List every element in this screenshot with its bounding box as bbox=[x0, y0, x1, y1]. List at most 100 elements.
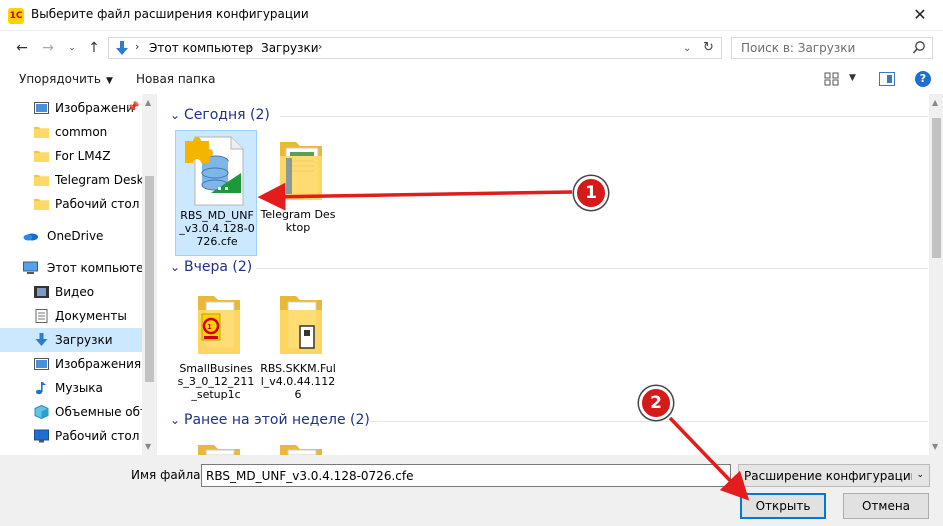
collapse-chevron-icon[interactable]: ⌄ bbox=[170, 108, 180, 122]
close-button[interactable]: ✕ bbox=[897, 0, 943, 31]
back-arrow-icon[interactable]: ← bbox=[12, 38, 32, 58]
desktop-icon bbox=[34, 429, 49, 443]
sidebar-scrollbar[interactable]: ▲ ▼ bbox=[142, 94, 156, 455]
sidebar-item-this-pc[interactable]: Этот компьютер bbox=[0, 256, 151, 280]
video-icon bbox=[34, 286, 49, 298]
organize-button[interactable]: Упорядочить ▼ bbox=[19, 72, 113, 86]
sidebar-item-music[interactable]: Музыка bbox=[0, 376, 142, 400]
sidebar-item-label: Загрузки bbox=[55, 333, 113, 347]
file-item-smallbusiness-folder[interactable]: 1 SmallBusiness_3_0_12_211_setup1c bbox=[175, 284, 257, 410]
scroll-up-arrow-icon[interactable]: ▲ bbox=[932, 98, 938, 107]
search-box[interactable]: Поиск в: Загрузки bbox=[731, 37, 933, 59]
scrollbar-thumb[interactable] bbox=[932, 118, 941, 258]
search-icon bbox=[912, 41, 925, 54]
file-name: RBS.SKKM.Full_v4.0.44.1126 bbox=[260, 362, 336, 401]
sidebar-item-label: common bbox=[55, 125, 108, 139]
group-label: Ранее на этой неделе (2) bbox=[184, 412, 370, 428]
sidebar-item-label: Рабочий стол bbox=[55, 197, 140, 211]
sidebar-item-desktop[interactable]: Рабочий стол bbox=[0, 424, 142, 448]
refresh-icon[interactable]: ↻ bbox=[703, 40, 714, 55]
file-item-telegram-folder[interactable]: Telegram Desktop bbox=[257, 130, 339, 256]
up-arrow-icon[interactable]: ↑ bbox=[84, 38, 104, 58]
file-name: SmallBusiness_3_0_12_211_setup1c bbox=[177, 362, 255, 401]
svg-text:1: 1 bbox=[207, 323, 212, 331]
help-icon[interactable]: ? bbox=[915, 71, 931, 87]
chevron-down-icon: ⌄ bbox=[916, 470, 924, 480]
filename-input[interactable] bbox=[201, 464, 731, 487]
annotation-marker-1: 1 bbox=[574, 176, 608, 210]
group-header-yesterday[interactable]: ⌄ Вчера (2) bbox=[168, 258, 928, 278]
music-icon bbox=[36, 382, 46, 395]
sidebar-item-documents[interactable]: Документы bbox=[0, 304, 142, 328]
sidebar-item-common[interactable]: common bbox=[0, 120, 142, 144]
sidebar-item-3d-objects[interactable]: Объемные объ bbox=[0, 400, 149, 424]
navigation-bar: ← → ⌄ ↑ › Этот компьютер › Загрузки › ⌄ … bbox=[0, 33, 943, 63]
sidebar-item-video[interactable]: Видео bbox=[0, 280, 142, 304]
breadcrumb-downloads[interactable]: Загрузки bbox=[261, 41, 319, 55]
organize-label: Упорядочить bbox=[19, 72, 101, 86]
sidebar-item-label: Telegram Deskto bbox=[55, 173, 156, 187]
recent-locations-chevron-icon[interactable]: ⌄ bbox=[62, 38, 82, 58]
file-item-cfe[interactable]: RBS_MD_UNF_v3.0.4.128-0726.cfe bbox=[175, 130, 257, 256]
folder-icon[interactable] bbox=[266, 442, 330, 455]
folder-icon: 1 bbox=[198, 296, 240, 354]
address-bar[interactable]: › Этот компьютер › Загрузки › ⌄ ↻ bbox=[108, 37, 722, 59]
breadcrumb-separator[interactable]: › bbox=[248, 40, 252, 53]
filetype-select[interactable]: Расширение конфигурации (* ⌄ bbox=[738, 464, 930, 487]
folder-icon[interactable] bbox=[184, 442, 248, 455]
sidebar-item-label: Изображения bbox=[55, 357, 142, 371]
breadcrumb-separator[interactable]: › bbox=[318, 40, 322, 53]
sidebar-item-label: OneDrive bbox=[47, 229, 104, 243]
file-name: RBS_MD_UNF_v3.0.4.128-0726.cfe bbox=[179, 209, 255, 248]
breadcrumb-separator[interactable]: › bbox=[135, 40, 139, 53]
group-divider bbox=[256, 268, 928, 269]
sidebar-item-downloads[interactable]: Загрузки bbox=[0, 328, 142, 352]
sidebar-item-label: Рабочий стол bbox=[55, 429, 140, 443]
sidebar-item-desktop-quick[interactable]: Рабочий стол bbox=[0, 192, 142, 216]
command-toolbar: Упорядочить ▼ Новая папка ▼ ? bbox=[0, 66, 943, 94]
cancel-button[interactable]: Отмена bbox=[843, 493, 929, 519]
sidebar-item-label: Документы bbox=[55, 309, 127, 323]
sidebar-item-onedrive[interactable]: OneDrive bbox=[0, 224, 142, 248]
file-name: Telegram Desktop bbox=[260, 208, 336, 234]
collapse-chevron-icon[interactable]: ⌄ bbox=[170, 260, 180, 274]
breadcrumb-this-pc[interactable]: Этот компьютер bbox=[149, 41, 253, 55]
address-dropdown-icon[interactable]: ⌄ bbox=[683, 43, 691, 54]
scroll-up-arrow-icon[interactable]: ▲ bbox=[145, 98, 151, 107]
documents-icon bbox=[35, 309, 48, 323]
sidebar-item-label: Изображени bbox=[55, 101, 134, 115]
preview-pane-icon[interactable] bbox=[879, 72, 895, 86]
change-view-icon[interactable] bbox=[824, 71, 840, 87]
scrollbar-thumb[interactable] bbox=[145, 176, 154, 382]
navigation-pane[interactable]: Изображени 📌 common For LM4Z Telegram De… bbox=[0, 94, 157, 455]
window-title: Выберите файл расширения конфигурации bbox=[31, 7, 309, 21]
view-options-chevron-icon[interactable]: ▼ bbox=[849, 73, 856, 83]
collapse-chevron-icon[interactable]: ⌄ bbox=[170, 413, 180, 427]
content-scrollbar[interactable]: ▲ ▼ bbox=[929, 94, 943, 455]
onedrive-icon bbox=[23, 233, 38, 241]
filename-label: Имя файла: bbox=[131, 468, 205, 482]
file-list[interactable]: ⌄ Сегодня (2) RBS_MD_UNF_v3.0.4.128-0726… bbox=[158, 94, 943, 455]
sidebar-item-pictures[interactable]: Изображения bbox=[0, 352, 142, 376]
annotation-marker-2: 2 bbox=[639, 386, 673, 420]
pin-icon: 📌 bbox=[127, 102, 140, 113]
sidebar-item-label: Этот компьютер bbox=[47, 261, 152, 275]
pictures-icon bbox=[34, 102, 49, 114]
forward-arrow-icon[interactable]: → bbox=[38, 38, 58, 58]
file-item-skkm-folder[interactable]: RBS.SKKM.Full_v4.0.44.1126 bbox=[257, 284, 339, 410]
scroll-down-arrow-icon[interactable]: ▼ bbox=[932, 442, 938, 451]
sidebar-item-telegram-desktop[interactable]: Telegram Deskto bbox=[0, 168, 156, 192]
filetype-value: Расширение конфигурации (* bbox=[744, 469, 912, 483]
sidebar-item-for-lm4z[interactable]: For LM4Z bbox=[0, 144, 142, 168]
sidebar-item-pictures-quick[interactable]: Изображени 📌 bbox=[0, 96, 142, 120]
folder-icon bbox=[34, 127, 49, 138]
3d-objects-icon bbox=[34, 405, 49, 419]
new-folder-button[interactable]: Новая папка bbox=[136, 72, 215, 86]
scroll-down-arrow-icon[interactable]: ▼ bbox=[145, 442, 151, 451]
open-button[interactable]: Открыть bbox=[740, 493, 826, 519]
group-label: Сегодня (2) bbox=[184, 107, 270, 123]
sidebar-item-label: Объемные объ bbox=[55, 405, 149, 419]
group-header-earlier-this-week[interactable]: ⌄ Ранее на этой неделе (2) bbox=[168, 411, 928, 431]
dialog-footer: Имя файла: Расширение конфигурации (* ⌄ … bbox=[0, 455, 943, 526]
group-header-today[interactable]: ⌄ Сегодня (2) bbox=[168, 106, 928, 126]
